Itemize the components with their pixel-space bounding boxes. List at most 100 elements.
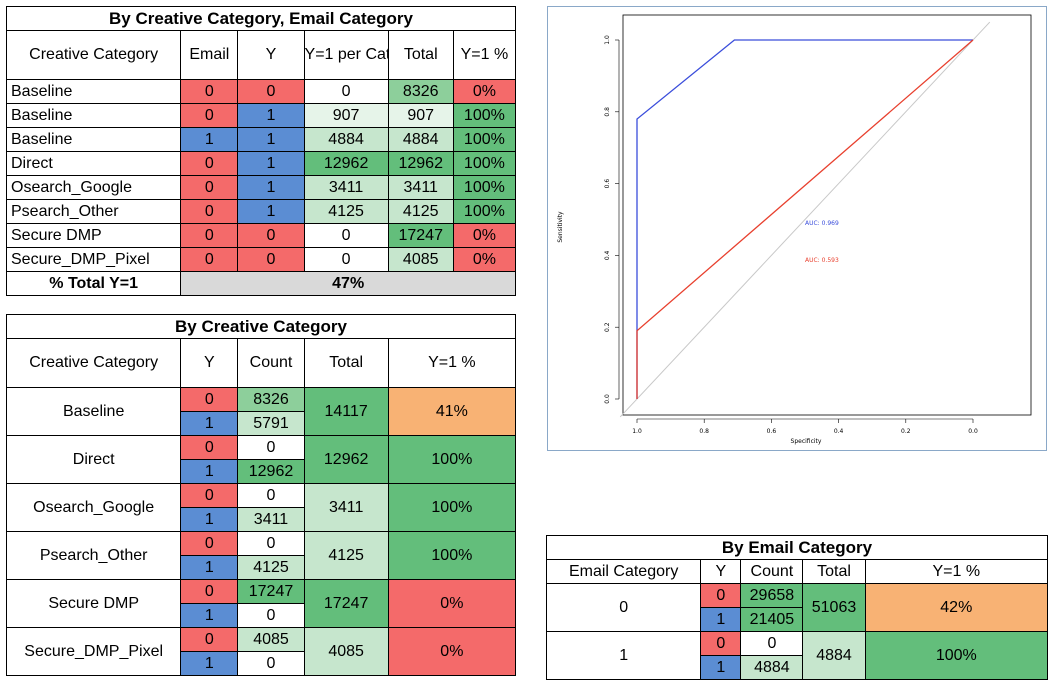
total-cell: 17247	[387, 223, 454, 248]
y-cell: 0	[180, 435, 239, 460]
table-row: Direct 0 1 12962 12962 100%	[5, 151, 517, 176]
table-row: Psearch_Other 0 1 4125 4125 100%	[5, 199, 517, 224]
table-row: Direct 0 0 12962 100%	[5, 435, 517, 484]
category-cell: Direct	[5, 435, 182, 484]
pct-cell: 100%	[387, 483, 517, 532]
total-cell: 12962	[303, 435, 389, 484]
y-tick-label: 0.8	[604, 107, 611, 117]
y-cell: 1	[237, 127, 305, 152]
total-cell: 3411	[387, 175, 454, 200]
y-cell: 0	[237, 247, 305, 272]
table-title: By Creative Category, Email Category	[6, 6, 516, 31]
y-cell: 1	[180, 603, 239, 628]
y-cell: 0	[180, 579, 239, 604]
category-cell: Baseline	[5, 387, 182, 436]
table-row: 1 0 0 4884 100%	[545, 631, 1049, 680]
count-cell: 4884	[740, 655, 804, 680]
column-header: Total	[303, 338, 389, 388]
table-row: Baseline 0 1 907 907 100%	[5, 103, 517, 128]
total-cell: 907	[387, 103, 454, 128]
y-cell: 0	[237, 223, 305, 248]
category-cell: Secure_DMP_Pixel	[5, 627, 182, 676]
email-cell: 0	[180, 247, 239, 272]
auc-label: AUC: 0.593	[805, 257, 839, 264]
table-row: Secure DMP 0 0 0 17247 0%	[5, 223, 517, 248]
y1-count-cell: 0	[303, 223, 389, 248]
y-cell: 1	[180, 555, 239, 580]
email-cell: 0	[180, 151, 239, 176]
total-cell: 14117	[303, 387, 389, 436]
email-cell: 0	[180, 103, 239, 128]
pct-cell: 100%	[452, 175, 517, 200]
total-cell: 4085	[387, 247, 454, 272]
y-cell: 0	[700, 583, 742, 608]
table-row: Osearch_Google 0 1 3411 3411 100%	[5, 175, 517, 200]
y-tick-label: 0.6	[604, 179, 611, 189]
total-cell: 12962	[387, 151, 454, 176]
category-cell: Baseline	[5, 127, 182, 152]
pct-cell: 100%	[452, 151, 517, 176]
y1-count-cell: 3411	[303, 175, 389, 200]
category-cell: Osearch_Google	[5, 175, 182, 200]
count-cell: 5791	[237, 411, 305, 436]
total-cell: 4085	[303, 627, 389, 676]
category-cell: Baseline	[5, 103, 182, 128]
column-header: Y=1 %	[387, 338, 517, 388]
y-cell: 1	[700, 655, 742, 680]
count-cell: 0	[237, 531, 305, 556]
column-header: Total	[387, 30, 454, 80]
count-cell: 4085	[237, 627, 305, 652]
y-cell: 0	[180, 483, 239, 508]
table-row: Secure_DMP_Pixel 0 0 0 4085 0%	[5, 247, 517, 272]
count-cell: 0	[740, 631, 804, 656]
table-row: Baseline 0 8326 14117 41%	[5, 387, 517, 436]
column-header: Y=1 %	[864, 559, 1049, 584]
auc-label: AUC: 0.969	[805, 220, 839, 227]
table-row: Baseline 1 1 4884 4884 100%	[5, 127, 517, 152]
table-row: Secure_DMP_Pixel 0 4085 4085 0%	[5, 627, 517, 676]
y-tick-label: 0.2	[604, 322, 611, 332]
x-tick-label: 0.8	[699, 428, 709, 435]
category-cell: Secure_DMP_Pixel	[5, 247, 182, 272]
y1-count-cell: 907	[303, 103, 389, 128]
pct-cell: 0%	[387, 579, 517, 628]
table-row: 0 0 29658 51063 42%	[545, 583, 1049, 632]
y1-count-cell: 0	[303, 79, 389, 104]
column-header: Y	[700, 559, 742, 584]
pct-cell: 100%	[387, 531, 517, 580]
total-cell: 3411	[303, 483, 389, 532]
count-cell: 3411	[237, 507, 305, 532]
pct-cell: 41%	[387, 387, 517, 436]
total-cell: 4125	[303, 531, 389, 580]
column-header: Creative Category	[5, 30, 182, 80]
pct-cell: 0%	[387, 627, 517, 676]
count-cell: 12962	[237, 459, 305, 484]
pct-cell: 100%	[452, 199, 517, 224]
column-header: Total	[802, 559, 866, 584]
y1-count-cell: 0	[303, 247, 389, 272]
table-title: By Creative Category	[6, 314, 516, 339]
count-cell: 0	[237, 651, 305, 676]
x-tick-label: 0.4	[834, 428, 844, 435]
category-cell: Osearch_Google	[5, 483, 182, 532]
y-cell: 1	[237, 103, 305, 128]
y-cell: 1	[180, 411, 239, 436]
count-cell: 0	[237, 435, 305, 460]
y1-count-cell: 12962	[303, 151, 389, 176]
count-cell: 21405	[740, 607, 804, 632]
pct-cell: 0%	[452, 247, 517, 272]
pct-cell: 100%	[864, 631, 1049, 680]
y-cell: 1	[180, 651, 239, 676]
category-cell: 0	[545, 583, 702, 632]
table-title: By Email Category	[546, 535, 1048, 560]
pct-cell: 0%	[452, 223, 517, 248]
email-table: By Email Category Email Category Y Count To…	[545, 535, 1049, 680]
footer-row: % Total Y=1 47%	[5, 271, 516, 296]
column-header: Y=1 %	[452, 30, 517, 80]
pct-cell: 100%	[452, 103, 517, 128]
category-cell: Secure DMP	[5, 223, 182, 248]
total-cell: 4884	[802, 631, 866, 680]
category-cell: Baseline	[5, 79, 182, 104]
count-cell: 17247	[237, 579, 305, 604]
y-tick-label: 1.0	[604, 35, 611, 45]
